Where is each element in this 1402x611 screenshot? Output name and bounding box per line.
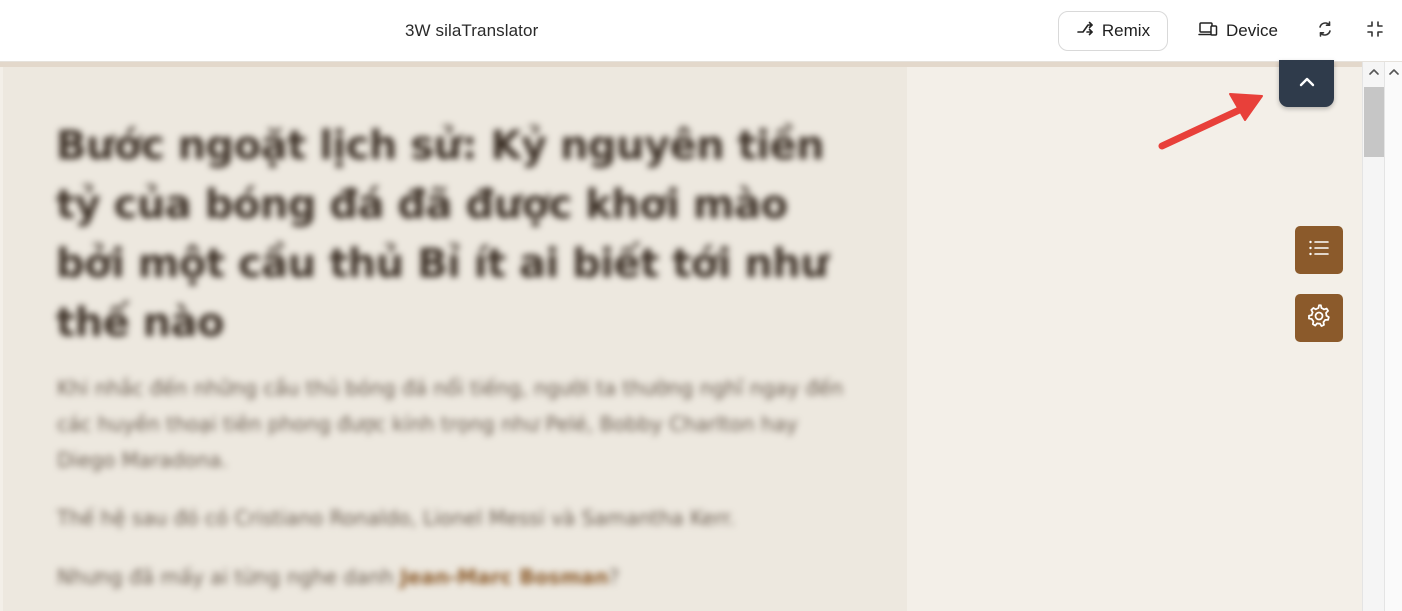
device-icon [1198,20,1218,43]
top-bar: 3W silaTranslator Remix Device [0,0,1402,62]
scroll-to-top-button[interactable] [1279,60,1334,107]
person-name-link[interactable]: Jean-Marc Bosman [400,565,609,589]
device-label: Device [1226,21,1278,40]
chevron-up-icon [1298,75,1316,93]
content-area: Bước ngoặt lịch sử: Kỷ nguyên tiền tỷ củ… [0,67,1362,611]
article-panel: Bước ngoặt lịch sử: Kỷ nguyên tiền tỷ củ… [3,67,907,611]
scroll-up-arrow[interactable] [1367,66,1381,78]
scrollbar-thumb[interactable] [1364,87,1384,157]
article-paragraph: Thế hệ sau đó có Cristiano Ronaldo, Lion… [57,506,736,530]
page-scrollbar[interactable] [1384,62,1402,611]
app-title: 3W silaTranslator [405,21,539,40]
exit-fullscreen-icon [1366,20,1384,43]
article-paragraph: Khi nhắc đến những cầu thủ bóng đá nổi t… [57,376,844,472]
exit-fullscreen-button[interactable] [1360,16,1390,46]
paragraph-text: Nhưng đã mấy ai từng nghe danh [57,565,401,589]
table-of-contents-button[interactable] [1295,226,1343,274]
remix-button[interactable]: Remix [1058,11,1168,51]
rotate-button[interactable] [1310,16,1340,46]
device-button[interactable]: Device [1188,11,1288,51]
remix-label: Remix [1101,21,1151,40]
gear-icon [1305,302,1333,335]
article-heading: Bước ngoặt lịch sử: Kỷ nguyên tiền tỷ củ… [56,123,829,346]
scroll-up-arrow[interactable] [1387,66,1401,78]
rotate-icon [1316,20,1334,43]
remix-icon [1076,20,1094,43]
settings-button[interactable] [1295,294,1343,342]
list-icon [1307,238,1331,263]
paragraph-text: ? [608,565,620,589]
article-paragraph: Nhưng đã mấy ai từng nghe danh Jean-Marc… [57,559,857,595]
